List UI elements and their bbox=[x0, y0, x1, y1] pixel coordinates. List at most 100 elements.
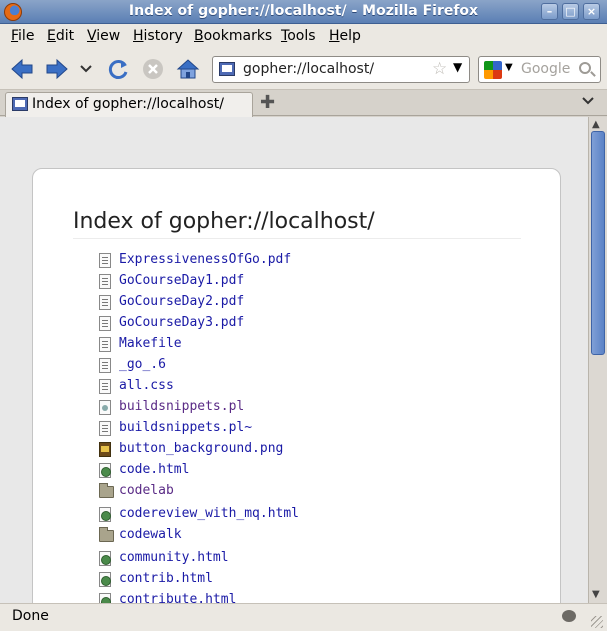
tab-gopher-index[interactable]: Index of gopher://localhost/ bbox=[5, 92, 253, 117]
file-link[interactable]: buildsnippets.pl bbox=[99, 398, 299, 419]
bookmark-star-icon[interactable]: ☆ bbox=[432, 59, 447, 79]
file-name[interactable]: Makefile bbox=[119, 336, 182, 351]
file-name[interactable]: buildsnippets.pl bbox=[119, 399, 244, 414]
file-link[interactable]: contrib.html bbox=[99, 570, 299, 591]
file-name[interactable]: GoCourseDay2.pdf bbox=[119, 294, 244, 309]
file-link[interactable]: contribute.html bbox=[99, 591, 299, 603]
search-icon[interactable] bbox=[579, 62, 591, 74]
file-link[interactable]: Makefile bbox=[99, 335, 299, 356]
history-dropdown-button[interactable] bbox=[76, 56, 96, 82]
close-window-button[interactable]: × bbox=[583, 3, 600, 20]
file-link[interactable]: buildsnippets.pl~ bbox=[99, 419, 299, 440]
html-file-icon bbox=[99, 593, 111, 603]
file-name[interactable]: community.html bbox=[119, 550, 229, 565]
html-file-icon bbox=[99, 463, 111, 478]
file-link[interactable]: codewalk bbox=[99, 526, 299, 549]
file-link[interactable]: codelab bbox=[99, 482, 299, 505]
html-file-icon bbox=[99, 551, 111, 566]
url-dropdown-icon[interactable]: ▼ bbox=[453, 60, 462, 74]
menu-tools[interactable]: Tools bbox=[281, 28, 316, 44]
scrollbar-thumb[interactable] bbox=[591, 131, 605, 355]
text-file-icon bbox=[99, 358, 111, 373]
file-link[interactable]: GoCourseDay2.pdf bbox=[99, 293, 299, 314]
google-engine-icon[interactable] bbox=[484, 61, 502, 79]
text-file-icon bbox=[99, 337, 111, 352]
file-name[interactable]: all.css bbox=[119, 378, 174, 393]
back-arrow-icon bbox=[11, 58, 33, 80]
home-button[interactable] bbox=[175, 56, 201, 82]
page-container: Index of gopher://localhost/ Expressiven… bbox=[32, 168, 561, 603]
menu-bookmarks[interactable]: Bookmarks bbox=[194, 28, 272, 44]
file-name[interactable]: codereview_with_mq.html bbox=[119, 506, 299, 521]
text-file-icon bbox=[99, 421, 111, 436]
menu-help[interactable]: Help bbox=[329, 28, 361, 44]
file-link[interactable]: _go_.6 bbox=[99, 356, 299, 377]
file-link[interactable]: codereview_with_mq.html bbox=[99, 505, 299, 526]
tab-favicon-icon bbox=[12, 97, 28, 111]
chevron-down-icon bbox=[582, 97, 594, 105]
site-identity-icon[interactable] bbox=[219, 62, 235, 76]
file-name[interactable]: contrib.html bbox=[119, 571, 213, 586]
file-name[interactable]: contribute.html bbox=[119, 592, 236, 603]
home-icon bbox=[176, 59, 200, 79]
reload-button[interactable] bbox=[105, 56, 131, 82]
search-placeholder[interactable]: Google bbox=[521, 61, 570, 77]
forward-button[interactable] bbox=[44, 56, 70, 82]
file-name[interactable]: _go_.6 bbox=[119, 357, 166, 372]
image-file-icon bbox=[99, 442, 111, 457]
maximize-button[interactable]: □ bbox=[562, 3, 579, 20]
script-file-icon bbox=[99, 400, 111, 415]
new-tab-button[interactable]: ✚ bbox=[260, 92, 275, 113]
menu-view[interactable]: View bbox=[87, 28, 120, 44]
document-icon bbox=[99, 316, 111, 331]
chevron-down-icon bbox=[80, 65, 92, 73]
vertical-scrollbar[interactable]: ▲ ▼ bbox=[588, 117, 607, 603]
file-name[interactable]: GoCourseDay3.pdf bbox=[119, 315, 244, 330]
status-text: Done bbox=[12, 608, 49, 624]
scroll-down-arrow-icon[interactable]: ▼ bbox=[592, 589, 600, 600]
file-link[interactable]: GoCourseDay1.pdf bbox=[99, 272, 299, 293]
menu-history[interactable]: History bbox=[133, 28, 183, 44]
forward-arrow-icon bbox=[46, 58, 68, 80]
menu-edit[interactable]: Edit bbox=[47, 28, 74, 44]
page-title: Index of gopher://localhost/ bbox=[73, 209, 521, 239]
file-link[interactable]: community.html bbox=[99, 549, 299, 570]
file-name[interactable]: GoCourseDay1.pdf bbox=[119, 273, 244, 288]
file-name[interactable]: code.html bbox=[119, 462, 189, 477]
document-icon bbox=[99, 274, 111, 289]
back-button[interactable] bbox=[9, 56, 35, 82]
folder-icon bbox=[99, 527, 114, 542]
file-name[interactable]: button_background.png bbox=[119, 441, 283, 456]
file-name[interactable]: codelab bbox=[119, 483, 174, 498]
tab-label: Index of gopher://localhost/ bbox=[32, 96, 224, 112]
resize-grip[interactable] bbox=[591, 616, 603, 628]
search-bar[interactable]: ▼ Google bbox=[478, 56, 601, 83]
file-name[interactable]: ExpressivenessOfGo.pdf bbox=[119, 252, 291, 267]
file-list: ExpressivenessOfGo.pdf GoCourseDay1.pdf Go… bbox=[99, 251, 299, 603]
tab-list-button[interactable] bbox=[582, 94, 594, 109]
window-title: Index of gopher://localhost/ - Mozilla F… bbox=[128, 3, 479, 19]
file-link[interactable]: GoCourseDay3.pdf bbox=[99, 314, 299, 335]
scroll-up-arrow-icon[interactable]: ▲ bbox=[592, 119, 600, 130]
minimize-button[interactable]: – bbox=[541, 3, 558, 20]
engine-dropdown-icon[interactable]: ▼ bbox=[505, 62, 513, 73]
stop-button[interactable] bbox=[140, 56, 166, 82]
url-text[interactable]: gopher://localhost/ bbox=[243, 61, 374, 77]
menu-file[interactable]: File bbox=[11, 28, 34, 44]
stop-icon bbox=[143, 59, 163, 79]
html-file-icon bbox=[99, 507, 111, 522]
window-titlebar[interactable]: Index of gopher://localhost/ - Mozilla F… bbox=[0, 0, 607, 24]
content-viewport[interactable]: Index of gopher://localhost/ Expressiven… bbox=[0, 117, 588, 603]
document-icon bbox=[99, 295, 111, 310]
text-file-icon bbox=[99, 379, 111, 394]
file-link[interactable]: code.html bbox=[99, 461, 299, 482]
url-bar[interactable]: gopher://localhost/ ☆ ▼ bbox=[212, 56, 470, 83]
file-name[interactable]: codewalk bbox=[119, 527, 182, 542]
html-file-icon bbox=[99, 572, 111, 587]
file-link[interactable]: button_background.png bbox=[99, 440, 299, 461]
addon-status-icon[interactable] bbox=[562, 610, 576, 622]
reload-icon bbox=[108, 60, 128, 79]
file-link[interactable]: all.css bbox=[99, 377, 299, 398]
file-name[interactable]: buildsnippets.pl~ bbox=[119, 420, 252, 435]
file-link[interactable]: ExpressivenessOfGo.pdf bbox=[99, 251, 299, 272]
